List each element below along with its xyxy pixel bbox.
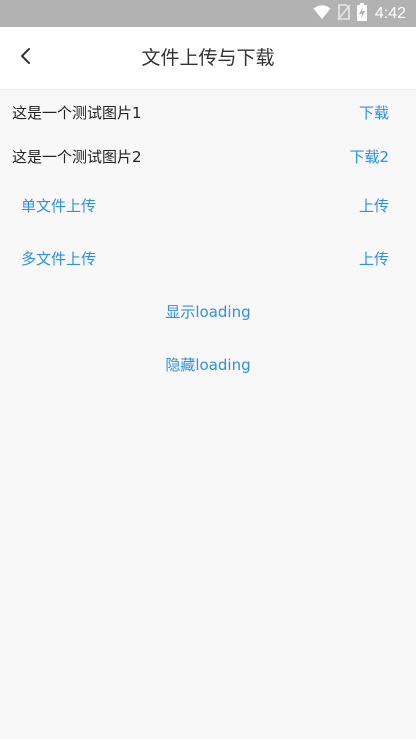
list-item: 这是一个测试图片1 下载 xyxy=(0,93,416,133)
list-item: 单文件上传 上传 xyxy=(0,186,416,226)
nav-bar: 文件上传与下载 xyxy=(0,27,416,90)
hide-loading-button[interactable]: 隐藏loading xyxy=(0,345,416,385)
status-bar: 4:42 xyxy=(0,0,416,27)
upload-button[interactable]: 上传 xyxy=(359,239,389,279)
status-icons: 4:42 xyxy=(313,0,406,27)
multi-file-upload-link[interactable]: 多文件上传 xyxy=(21,239,96,279)
no-sim-icon xyxy=(337,3,351,24)
single-file-upload-link[interactable]: 单文件上传 xyxy=(21,186,96,226)
status-time: 4:42 xyxy=(374,4,406,22)
download2-button[interactable]: 下载2 xyxy=(349,137,389,177)
page-title: 文件上传与下载 xyxy=(141,47,275,69)
wifi-icon xyxy=(313,4,331,24)
image-label: 这是一个测试图片2 xyxy=(12,148,142,166)
upload-button[interactable]: 上传 xyxy=(359,186,389,226)
image-label: 这是一个测试图片1 xyxy=(12,104,142,122)
list-item: 这是一个测试图片2 下载2 xyxy=(0,137,416,177)
show-loading-button[interactable]: 显示loading xyxy=(0,292,416,332)
battery-charging-icon xyxy=(356,2,367,25)
list-item: 多文件上传 上传 xyxy=(0,239,416,279)
download-button[interactable]: 下载 xyxy=(359,93,389,133)
